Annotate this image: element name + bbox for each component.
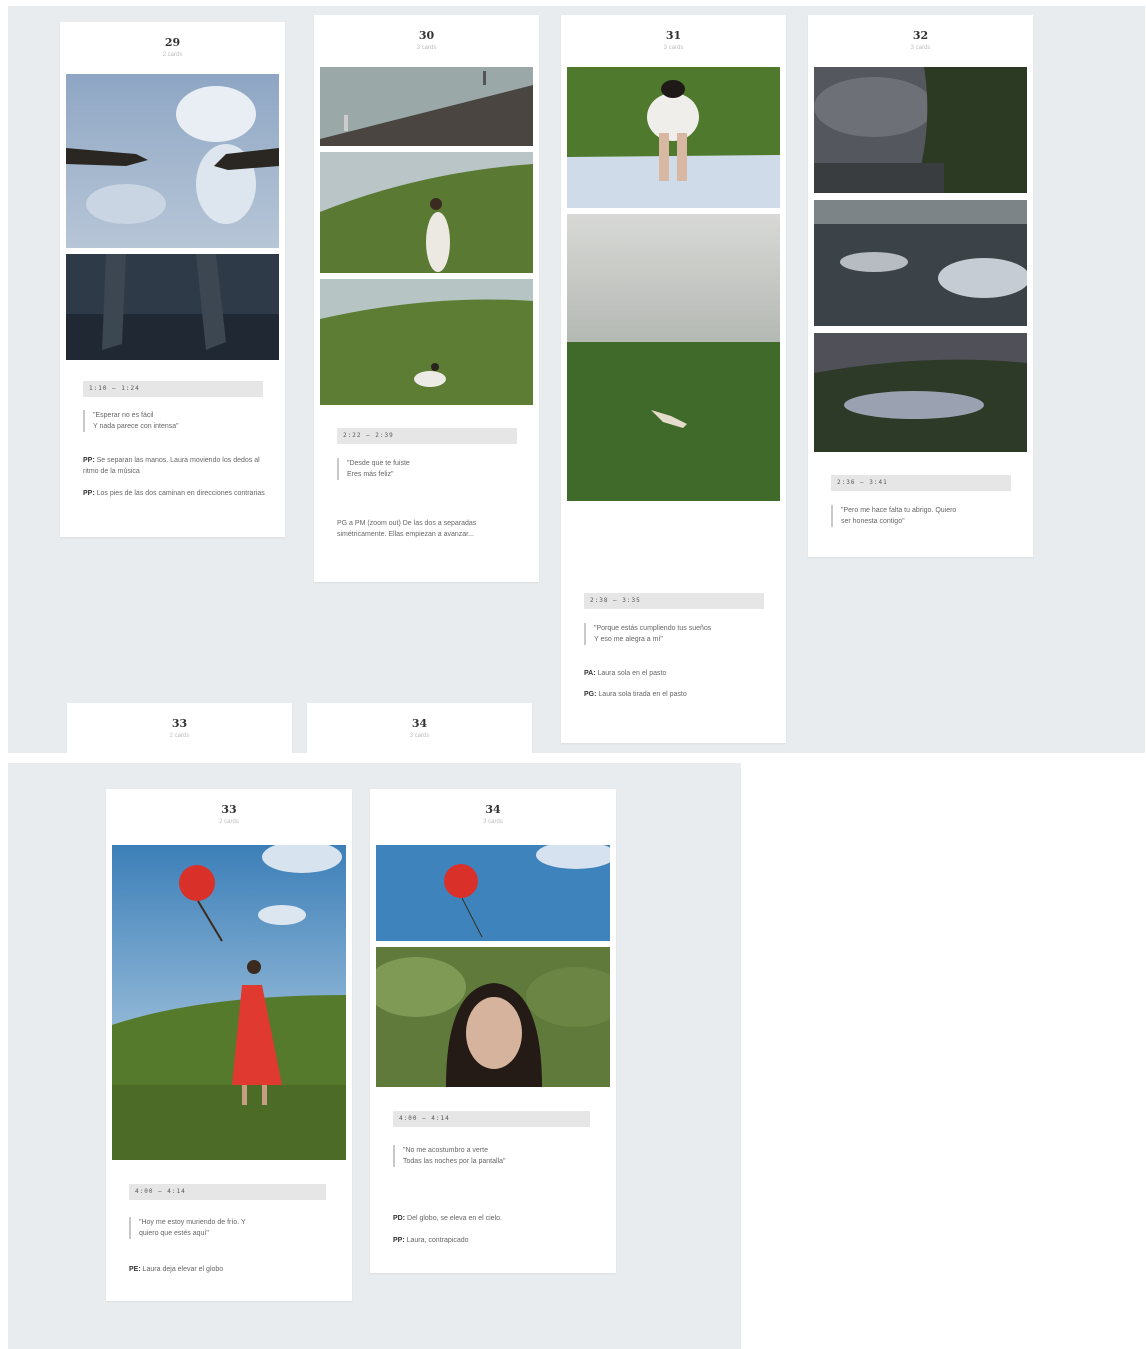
card-number: 33 bbox=[221, 803, 237, 816]
image-dark-grass-sky[interactable] bbox=[814, 67, 1027, 193]
quote-line: Y eso me alegra a mí" bbox=[594, 636, 663, 643]
image-woman-on-hill[interactable] bbox=[320, 152, 533, 273]
card-number: 31 bbox=[665, 29, 682, 42]
image-red-balloon-sky[interactable] bbox=[376, 845, 610, 941]
shot-note: PD: Del globo, se eleva en el cielo. bbox=[393, 1213, 593, 1224]
shot-note: PA: Laura sola en el pasto bbox=[584, 668, 769, 679]
shot-note: PG a PM (zoom out) De las dos a separada… bbox=[337, 518, 497, 540]
note-tag: PE: bbox=[129, 1266, 141, 1273]
note-text: Laura, contrapicado bbox=[406, 1237, 469, 1244]
quote-line: Eres más feliz" bbox=[347, 471, 394, 478]
card-number: 34 bbox=[411, 717, 428, 730]
note-tag: PP: bbox=[393, 1237, 405, 1244]
image-blanket-figure[interactable] bbox=[814, 200, 1027, 326]
storyboard-card-33[interactable]: 33 2 cards bbox=[67, 703, 292, 753]
card-subtitle: 3 cards bbox=[416, 45, 437, 51]
quote-line: "Desde que te fuiste bbox=[347, 460, 410, 467]
dialogue-quote: "Esperar no es fácil Y nada parece con i… bbox=[83, 410, 263, 432]
storyboard-card-34[interactable]: 34 3 cards bbox=[307, 703, 532, 753]
shot-note: PE: Laura deja elevar el globo bbox=[129, 1264, 329, 1275]
note-text: Laura sola tirada en el pasto bbox=[598, 691, 687, 698]
storyboard-card-31[interactable]: 31 3 cards 2:38 – 3:35 "Porque estás cum… bbox=[561, 15, 786, 743]
note-text: Laura deja elevar el globo bbox=[142, 1266, 224, 1273]
image-person-lying-grass[interactable] bbox=[814, 333, 1027, 452]
note-text: Laura sola en el pasto bbox=[597, 670, 667, 677]
shot-note: PP: Laura, contrapicado bbox=[393, 1235, 593, 1246]
note-text: Se separan las manos. Laura moviendo los… bbox=[83, 457, 260, 475]
quote-line: "Pero me hace falta tu abrigo. Quiero bbox=[841, 507, 957, 514]
card-number: 34 bbox=[485, 803, 501, 816]
quote-line: ser honesta contigo" bbox=[841, 518, 905, 525]
storyboard-card-32[interactable]: 32 3 cards 2:36 – 3:41 "Pero me hace fal… bbox=[808, 15, 1033, 557]
dialogue-quote: "Hoy me estoy muriendo de frío. Y quiero… bbox=[129, 1217, 326, 1239]
quote-line: "Hoy me estoy muriendo de frío. Y bbox=[139, 1219, 246, 1226]
storyboard-card-34[interactable]: 34 3 cards 4:00 – 4:14 "No me acostumbro… bbox=[370, 789, 616, 1273]
card-number: 33 bbox=[171, 717, 188, 730]
card-subtitle: 2 cards bbox=[219, 819, 239, 825]
image-feet-walking-dark[interactable] bbox=[66, 254, 279, 360]
quote-line: "Esperar no es fácil bbox=[93, 412, 154, 419]
card-subtitle: 3 cards bbox=[663, 45, 684, 51]
card-header: 34 3 cards bbox=[370, 789, 616, 825]
note-tag: PP: bbox=[83, 490, 95, 497]
quote-line: quiero que estés aquí" bbox=[139, 1230, 209, 1237]
timecode: 4:00 – 4:14 bbox=[393, 1111, 590, 1127]
dialogue-quote: "Desde que te fuiste Eres más feliz" bbox=[337, 458, 517, 480]
card-header: 32 3 cards bbox=[808, 15, 1033, 51]
card-header: 33 2 cards bbox=[67, 703, 292, 739]
image-woman-sitting-grass[interactable] bbox=[320, 279, 533, 405]
timecode: 4:00 – 4:14 bbox=[129, 1184, 326, 1200]
card-subtitle: 3 cards bbox=[409, 733, 430, 739]
image-woman-upside-down[interactable] bbox=[567, 67, 780, 208]
note-text: Los pies de las dos caminan en direccion… bbox=[96, 490, 265, 497]
note-text: Del globo, se eleva en el cielo. bbox=[407, 1215, 502, 1222]
card-subtitle: 3 cards bbox=[910, 45, 931, 51]
quote-line: Todas las noches por la pantalla" bbox=[403, 1158, 506, 1165]
storyboard-card-33[interactable]: 33 2 cards 4:00 – 4:14 "Hoy me estoy mur… bbox=[106, 789, 352, 1301]
timecode: 2:22 – 2:39 bbox=[337, 428, 517, 444]
card-subtitle: 2 cards bbox=[169, 733, 190, 739]
note-tag: PP: bbox=[83, 457, 95, 464]
card-subtitle: 2 cards bbox=[162, 52, 183, 58]
storyboard-card-29[interactable]: 29 2 cards 1:10 – 1:24 "Esperar no es fá… bbox=[60, 22, 285, 537]
card-header: 29 2 cards bbox=[60, 22, 285, 58]
card-header: 33 2 cards bbox=[106, 789, 352, 825]
storyboard-card-30[interactable]: 30 3 cards 2:22 – 2:39 "Desde que te fui… bbox=[314, 15, 539, 582]
card-number: 32 bbox=[912, 29, 929, 42]
image-field-cloudy-sky[interactable] bbox=[567, 214, 780, 501]
card-header: 30 3 cards bbox=[314, 15, 539, 51]
quote-line: "Porque estás cumpliendo tus sueños bbox=[594, 625, 712, 632]
storyboard-board-2: 33 2 cards 4:00 – 4:14 "Hoy me estoy mur… bbox=[8, 763, 741, 1349]
image-woman-portrait[interactable] bbox=[376, 947, 610, 1087]
quote-line: "No me acostumbro a verte bbox=[403, 1147, 488, 1154]
note-tag: PA: bbox=[584, 670, 596, 677]
note-text: PG a PM (zoom out) De las dos a separada… bbox=[337, 520, 477, 538]
shot-note: PP: Los pies de las dos caminan en direc… bbox=[83, 488, 268, 499]
dialogue-quote: "Pero me hace falta tu abrigo. Quiero se… bbox=[831, 505, 1016, 527]
card-header: 31 3 cards bbox=[561, 15, 786, 51]
shot-note: PG: Laura sola tirada en el pasto bbox=[584, 689, 769, 700]
storyboard-board-1: 29 2 cards 1:10 – 1:24 "Esperar no es fá… bbox=[8, 6, 1145, 753]
image-red-balloon-woman[interactable] bbox=[112, 845, 346, 1160]
note-tag: PD: bbox=[393, 1215, 406, 1222]
card-header: 34 3 cards bbox=[307, 703, 532, 739]
card-subtitle: 3 cards bbox=[483, 819, 503, 825]
shot-note: PP: Se separan las manos. Laura moviendo… bbox=[83, 455, 268, 477]
image-hilltop-silhouettes[interactable] bbox=[320, 67, 533, 146]
card-number: 30 bbox=[418, 29, 435, 42]
card-number: 29 bbox=[164, 36, 181, 49]
timecode: 2:38 – 3:35 bbox=[584, 593, 764, 609]
note-tag: PG: bbox=[584, 691, 597, 698]
image-hands-reaching-sky[interactable] bbox=[66, 74, 279, 248]
dialogue-quote: "Porque estás cumpliendo tus sueños Y es… bbox=[584, 623, 769, 645]
quote-line: Y nada parece con intensa" bbox=[93, 423, 179, 430]
timecode: 1:10 – 1:24 bbox=[83, 381, 263, 397]
dialogue-quote: "No me acostumbro a verte Todas las noch… bbox=[393, 1145, 590, 1167]
timecode: 2:36 – 3:41 bbox=[831, 475, 1011, 491]
